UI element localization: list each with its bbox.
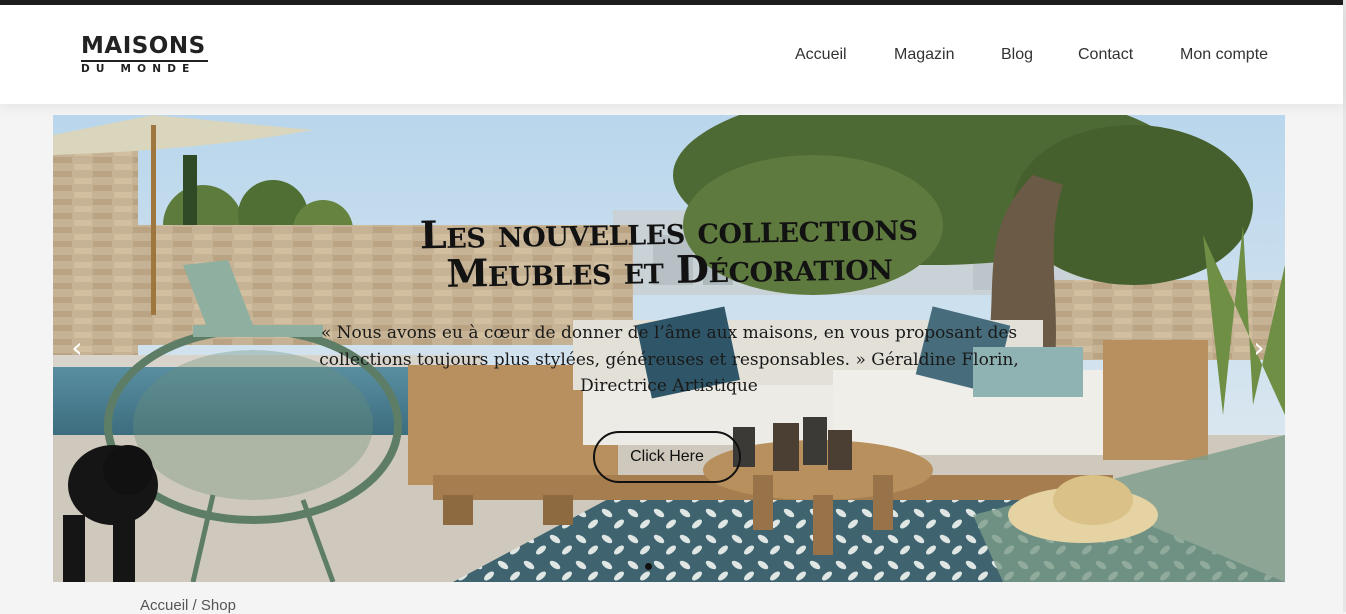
breadcrumb-current: Shop [200, 597, 236, 614]
hero-quote: « Nous avons eu à cœur de donner de l’âm… [319, 323, 1019, 396]
nav-item-magazin[interactable]: Magazin [894, 46, 954, 64]
main-nav: Accueil Magazin Blog Contact Mon compte [0, 46, 1343, 66]
hero-cta-button[interactable]: Click Here [593, 431, 741, 483]
chevron-right-icon[interactable]: › [1249, 333, 1269, 363]
site-header: MAISONS DU MONDE Accueil Magazin Blog Co… [0, 5, 1343, 104]
slider-pagination [53, 563, 1285, 571]
chevron-left-icon[interactable]: ‹ [67, 333, 87, 363]
slider-dot-active[interactable] [645, 563, 652, 570]
nav-item-contact[interactable]: Contact [1078, 46, 1133, 64]
nav-item-mon-compte[interactable]: Mon compte [1180, 46, 1268, 64]
breadcrumb-separator: / [192, 597, 197, 614]
nav-item-blog[interactable]: Blog [1001, 46, 1033, 64]
breadcrumb-home[interactable]: Accueil [140, 597, 188, 614]
nav-item-accueil[interactable]: Accueil [795, 46, 847, 64]
hero-slider: Les nouvelles collections Meubles et Déc… [53, 115, 1285, 582]
breadcrumb: Accueil / Shop [140, 597, 236, 614]
